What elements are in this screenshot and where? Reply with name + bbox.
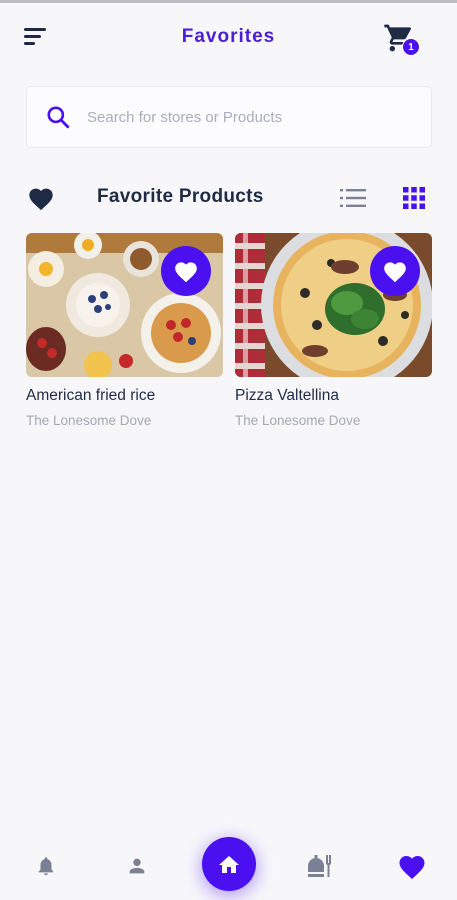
search-input[interactable] [87,108,407,126]
heart-icon [175,262,197,283]
heart-icon [29,188,53,211]
unfavorite-button[interactable] [370,246,420,296]
product-store: The Lonesome Dove [235,413,361,428]
home-icon [219,856,239,873]
unfavorite-button[interactable] [161,246,211,296]
app-header: Favorites 1 [0,0,457,80]
cart-count-badge: 1 [402,38,420,56]
nav-favorites[interactable] [397,852,427,885]
cart-button[interactable]: 1 [383,22,423,58]
nav-notifications[interactable] [35,854,57,883]
nav-home[interactable] [202,837,256,891]
nav-profile[interactable] [126,855,148,882]
section-title: Favorite Products [97,186,264,207]
food-tray-icon [308,855,331,877]
search-bar [26,86,432,148]
product-name: Pizza Valtellina [235,387,339,404]
product-store: The Lonesome Dove [26,413,152,428]
search-icon[interactable] [45,104,71,130]
product-image [26,233,223,377]
grid-view-icon[interactable] [403,187,425,209]
product-name: American fried rice [26,387,156,404]
favorites-section-header: Favorite Products [0,180,457,216]
nav-orders[interactable] [306,852,334,885]
bell-icon [38,857,54,876]
user-icon [129,858,145,874]
product-card[interactable]: American fried rice The Lonesome Dove [26,233,223,428]
heart-icon [384,262,406,283]
product-image [235,233,432,377]
product-card[interactable]: Pizza Valtellina The Lonesome Dove [235,233,432,428]
bottom-navigation [0,830,457,900]
heart-icon [399,856,425,879]
list-view-icon[interactable] [340,187,366,209]
